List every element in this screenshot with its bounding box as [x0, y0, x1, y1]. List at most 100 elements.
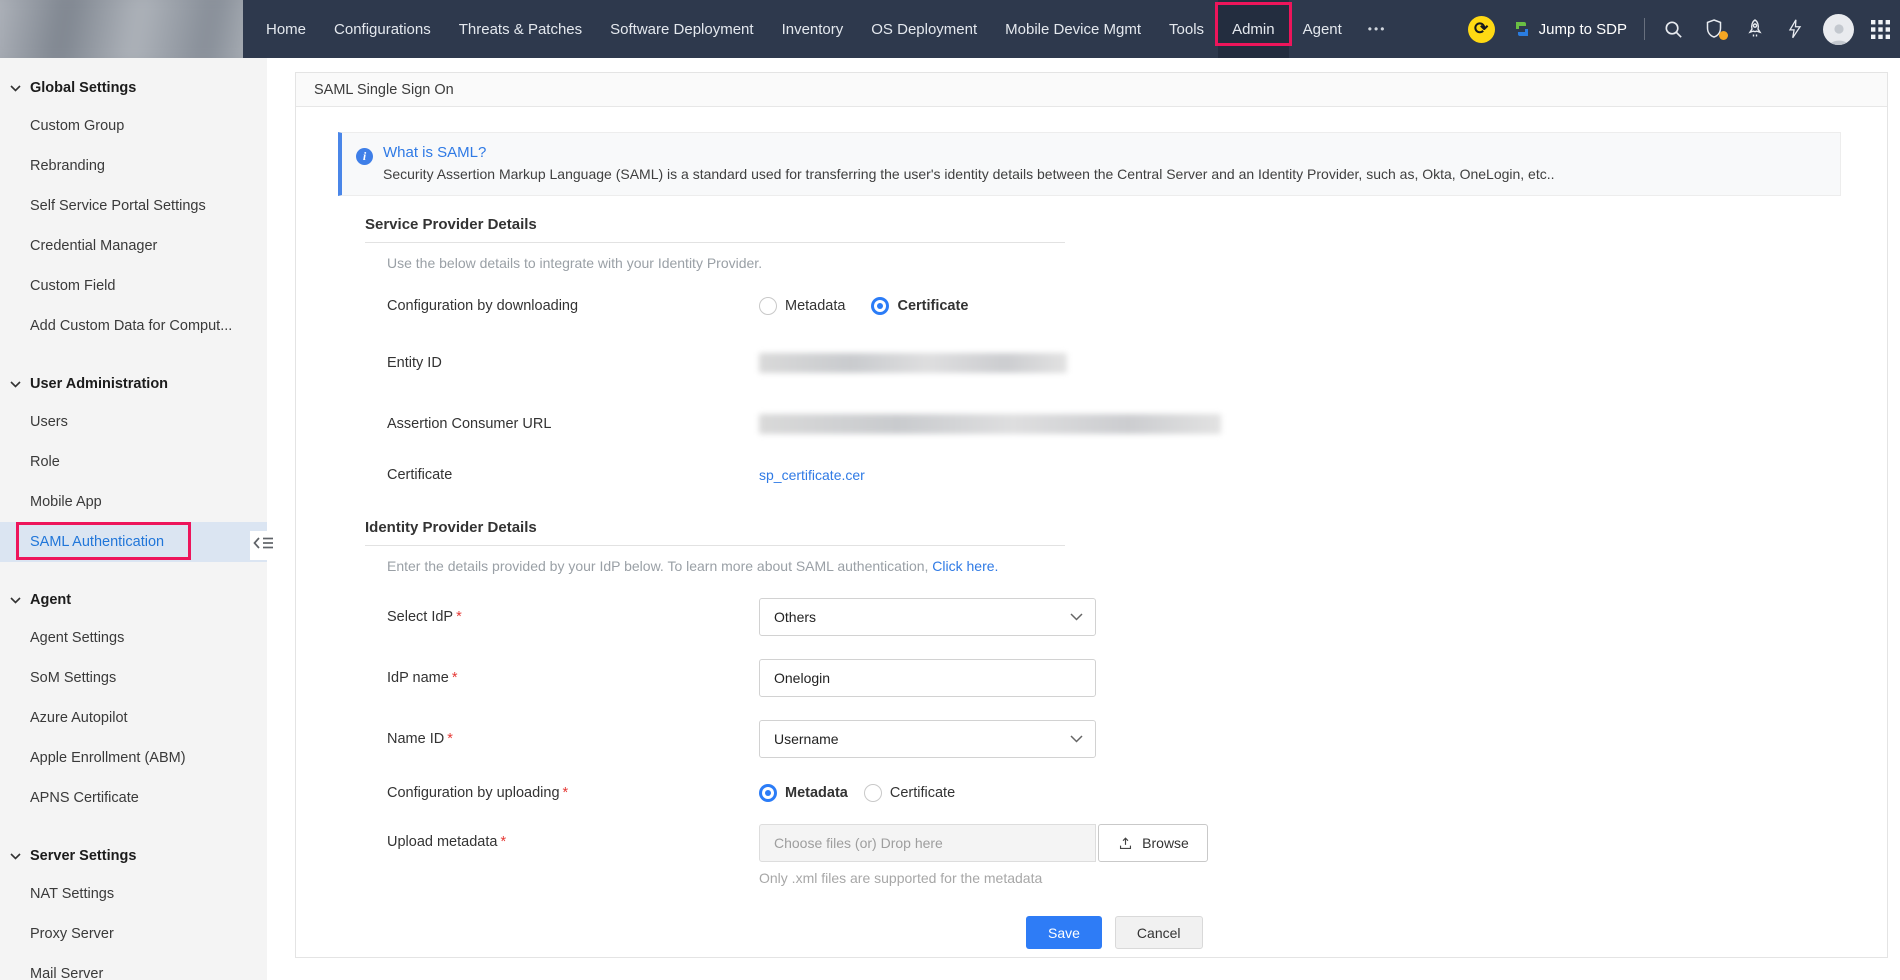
click-here-link[interactable]: Click here. [932, 558, 998, 574]
sidebar-section-header-user-administration[interactable]: User Administration [0, 366, 267, 402]
sidebar-item-role[interactable]: Role [0, 442, 267, 482]
config-by-downloading-row: Configuration by downloading Metadata Ce… [387, 297, 1887, 315]
nav-item-tools[interactable]: Tools [1155, 0, 1218, 58]
sidebar-collapse-icon[interactable] [250, 531, 276, 560]
name-id-label: Name ID * [387, 731, 759, 747]
sidebar-section-title: Global Settings [30, 80, 137, 96]
info-icon: i [356, 148, 373, 165]
sdp-logo-icon [1515, 22, 1528, 36]
sidebar-item-agent-settings[interactable]: Agent Settings [0, 618, 267, 658]
sidebar-item-apple-enrollment[interactable]: Apple Enrollment (ABM) [0, 738, 267, 778]
chevron-down-icon [10, 380, 21, 388]
sidebar-section-header-server-settings[interactable]: Server Settings [0, 838, 267, 874]
sidebar-item-custom-field[interactable]: Custom Field [0, 266, 267, 306]
name-id-row: Name ID * Username [387, 720, 1887, 758]
upload-metadata-radio[interactable]: Metadata [759, 784, 848, 802]
certificate-row: Certificate sp_certificate.cer [387, 467, 1887, 483]
sidebar-item-self-service-portal-settings[interactable]: Self Service Portal Settings [0, 186, 267, 226]
nav-item-os-deployment[interactable]: OS Deployment [857, 0, 991, 58]
name-id-dropdown[interactable]: Username [759, 720, 1096, 758]
radio-label: Certificate [897, 298, 969, 314]
what-is-saml-link[interactable]: What is SAML? [383, 144, 1824, 161]
sidebar-item-saml-authentication[interactable]: SAML Authentication [0, 522, 267, 562]
select-idp-label: Select IdP * [387, 609, 759, 625]
upload-icon [1120, 836, 1132, 849]
sidebar-item-custom-group[interactable]: Custom Group [0, 106, 267, 146]
sidebar-section-header-agent[interactable]: Agent [0, 582, 267, 618]
nav-item-mobile-device-mgmt[interactable]: Mobile Device Mgmt [991, 0, 1155, 58]
saml-info-banner: i What is SAML? Security Assertion Marku… [338, 132, 1841, 196]
lightning-icon[interactable] [1784, 18, 1806, 40]
download-metadata-radio[interactable]: Metadata [759, 297, 845, 315]
entity-id-label: Entity ID [387, 355, 442, 371]
label-text: Configuration by uploading [387, 785, 560, 801]
search-icon[interactable] [1662, 18, 1685, 41]
nav-divider [1644, 18, 1645, 40]
refresh-icon[interactable]: ⟳ [1467, 15, 1495, 43]
sidebar-item-apns-certificate[interactable]: APNS Certificate [0, 778, 267, 818]
select-idp-dropdown[interactable]: Others [759, 598, 1096, 636]
sidebar-item-label: SAML Authentication [30, 534, 165, 550]
shield-badge-dot [1719, 31, 1728, 40]
chevron-down-icon [1070, 613, 1083, 621]
sp-certificate-link[interactable]: sp_certificate.cer [759, 467, 865, 483]
nav-item-home[interactable]: Home [252, 0, 320, 58]
select-idp-row: Select IdP * Others [387, 598, 1887, 636]
sidebar-item-users[interactable]: Users [0, 402, 267, 442]
label-text: Upload metadata [387, 834, 498, 850]
radio-on-icon [759, 784, 777, 802]
service-provider-subtitle: Use the below details to integrate with … [387, 255, 763, 271]
config-by-uploading-row: Configuration by uploading * Metadata Cer… [387, 784, 1887, 802]
sidebar-item-proxy-server[interactable]: Proxy Server [0, 914, 267, 954]
nav-item-threats-patches[interactable]: Threats & Patches [445, 0, 596, 58]
required-marker: * [447, 731, 453, 747]
download-certificate-radio[interactable]: Certificate [871, 297, 968, 315]
chevron-down-icon [10, 84, 21, 92]
jump-to-sdp-button[interactable]: Jump to SDP [1512, 19, 1627, 39]
cancel-button[interactable]: Cancel [1114, 916, 1203, 949]
browse-button[interactable]: Browse [1098, 824, 1208, 862]
identity-provider-details-title: Identity Provider Details [365, 519, 1065, 546]
main-nav: Home Configurations Threats & Patches So… [252, 0, 1398, 58]
label-text: Name ID [387, 731, 445, 747]
apps-grid-icon[interactable] [1871, 19, 1890, 39]
sidebar-section-user-administration: User Administration Users Role Mobile Ap… [0, 366, 267, 562]
upload-certificate-radio[interactable]: Certificate [863, 784, 955, 802]
jump-to-sdp-label: Jump to SDP [1538, 20, 1627, 38]
nav-item-configurations[interactable]: Configurations [320, 0, 445, 58]
sidebar-item-nat-settings[interactable]: NAT Settings [0, 874, 267, 914]
file-drop-zone[interactable]: Choose files (or) Drop here [759, 824, 1096, 862]
nav-item-agent[interactable]: Agent [1289, 0, 1356, 58]
save-button[interactable]: Save [1026, 916, 1102, 949]
rocket-icon[interactable] [1743, 17, 1767, 41]
nav-item-inventory[interactable]: Inventory [768, 0, 858, 58]
sidebar-item-azure-autopilot[interactable]: Azure Autopilot [0, 698, 267, 738]
required-marker: * [500, 834, 507, 850]
entity-id-row: Entity ID [387, 353, 1887, 373]
nav-overflow-icon[interactable]: ••• [1356, 22, 1399, 36]
sidebar-item-credential-manager[interactable]: Credential Manager [0, 226, 267, 266]
radio-label: Metadata [785, 785, 848, 801]
idp-name-input[interactable] [759, 659, 1096, 697]
required-marker: * [562, 785, 569, 801]
sidebar-item-som-settings[interactable]: SoM Settings [0, 658, 267, 698]
label-text: IdP name [387, 670, 449, 686]
sidebar-item-add-custom-data[interactable]: Add Custom Data for Comput... [0, 306, 267, 346]
sidebar-section-server-settings: Server Settings NAT Settings Proxy Serve… [0, 838, 267, 980]
idp-name-row: IdP name * [387, 659, 1887, 697]
upload-metadata-label: Upload metadata * [387, 834, 759, 850]
sidebar-section-title: Agent [30, 592, 72, 608]
sidebar-item-mobile-app[interactable]: Mobile App [0, 482, 267, 522]
sidebar-item-mail-server[interactable]: Mail Server [0, 954, 267, 980]
sidebar-section-header-global-settings[interactable]: Global Settings [0, 70, 267, 106]
nav-item-software-deployment[interactable]: Software Deployment [596, 0, 767, 58]
label-text: Select IdP [387, 609, 454, 625]
sidebar-item-rebranding[interactable]: Rebranding [0, 146, 267, 186]
user-avatar[interactable] [1823, 13, 1854, 45]
chevron-down-icon [10, 852, 21, 860]
config-by-uploading-label: Configuration by uploading * [387, 785, 759, 801]
nav-item-admin[interactable]: Admin [1215, 0, 1292, 58]
security-shield-icon[interactable] [1702, 17, 1728, 41]
config-by-downloading-label: Configuration by downloading [387, 298, 579, 314]
settings-sidebar: Global Settings Custom Group Rebranding … [0, 58, 267, 980]
